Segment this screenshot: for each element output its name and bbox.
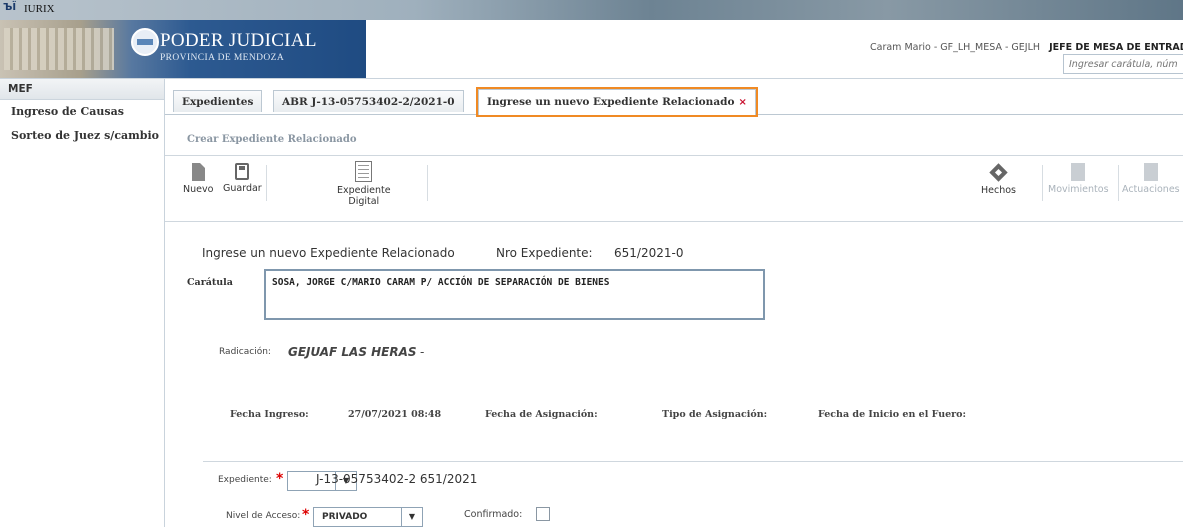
fecha-ingreso-value: 27/07/2021 08:48 bbox=[348, 409, 442, 420]
section-title: Crear Expediente Relacionado bbox=[165, 115, 1183, 156]
tab-bar: Expedientes ABR J-13-05753402-2/2021-0 I… bbox=[165, 79, 1183, 117]
nuevo-label: Nuevo bbox=[183, 184, 214, 195]
tab-label: ABR J-13-05753402-2/2021-0 bbox=[282, 96, 455, 108]
sidebar-header: MEF bbox=[0, 79, 164, 100]
required-marker: * bbox=[276, 471, 284, 487]
sidebar-item-sorteo-de-juez[interactable]: Sorteo de Juez s/cambio bbox=[0, 124, 164, 148]
fecha-asignacion-label: Fecha de Asignación: bbox=[485, 409, 598, 420]
hechos-label: Hechos bbox=[981, 185, 1016, 196]
sidebar: MEF Ingreso de Causas Sorteo de Juez s/c… bbox=[0, 79, 165, 527]
hechos-button[interactable]: Hechos bbox=[981, 163, 1016, 196]
caratula-label: Carátula bbox=[187, 277, 233, 288]
new-document-icon bbox=[191, 163, 205, 181]
tab-nuevo-expediente-relacionado[interactable]: Ingrese un nuevo Expediente Relacionado × bbox=[476, 87, 758, 117]
tab-label: Ingrese un nuevo Expediente Relacionado bbox=[487, 96, 735, 108]
nro-expediente-value: 651/2021-0 bbox=[614, 246, 684, 260]
toolbar: Nuevo Guardar Expediente Digital Hechos … bbox=[165, 157, 1183, 222]
close-icon[interactable]: × bbox=[738, 97, 746, 108]
confirmado-checkbox[interactable] bbox=[536, 507, 550, 521]
user-info: Caram Mario - GF_LH_MESA - GEJLH JEFE DE… bbox=[870, 42, 1183, 53]
hechos-icon bbox=[989, 163, 1008, 182]
toolbar-divider bbox=[427, 165, 428, 201]
nivel-acceso-label: Nivel de Acceso: bbox=[226, 511, 301, 521]
movimientos-label: Movimientos bbox=[1048, 184, 1109, 195]
nivel-acceso-select[interactable]: PRIVADO ▼ bbox=[313, 507, 423, 527]
section-title-text: Crear Expediente Relacionado bbox=[187, 134, 357, 145]
logo-title: PODER JUDICIAL bbox=[160, 30, 317, 51]
building-image bbox=[4, 28, 114, 70]
user-role: JEFE DE MESA DE ENTRADAS bbox=[1049, 42, 1183, 53]
confirmado-label: Confirmado: bbox=[464, 509, 523, 520]
expediente-label: Expediente: bbox=[218, 475, 272, 485]
caratula-textarea[interactable]: SOSA, JORGE C/MARIO CARAM P/ ACCIÓN DE S… bbox=[264, 269, 765, 320]
expediente-digital-label-2: Digital bbox=[348, 196, 380, 207]
radicacion-label: Radicación: bbox=[219, 347, 271, 357]
actuaciones-label: Actuaciones bbox=[1122, 184, 1180, 195]
fecha-ingreso-label: Fecha Ingreso: bbox=[230, 409, 309, 420]
tab-label: Expedientes bbox=[182, 96, 254, 108]
sidebar-item-ingreso-de-causas[interactable]: Ingreso de Causas bbox=[0, 100, 164, 124]
movimientos-button[interactable]: Movimientos bbox=[1048, 163, 1109, 195]
window-titlebar: ЪЇ IURIX bbox=[0, 0, 1183, 20]
radicacion-suffix: - bbox=[420, 345, 425, 359]
toolbar-divider bbox=[266, 165, 267, 201]
required-marker: * bbox=[302, 507, 310, 523]
expediente-digital-button[interactable]: Expediente Digital bbox=[337, 161, 391, 207]
guardar-button[interactable]: Guardar bbox=[223, 163, 262, 194]
save-icon bbox=[235, 163, 250, 180]
expediente-value: J-13-05753402-2 651/2021 bbox=[316, 472, 478, 486]
tab-expedientes[interactable]: Expedientes bbox=[173, 90, 263, 112]
digital-file-icon bbox=[355, 161, 373, 182]
actions-icon bbox=[1143, 163, 1158, 181]
chevron-down-icon: ▼ bbox=[401, 508, 422, 526]
fecha-inicio-label: Fecha de Inicio en el Fuero: bbox=[818, 409, 967, 420]
user-name: Caram Mario - GF_LH_MESA - GEJLH bbox=[870, 42, 1041, 53]
actuaciones-button[interactable]: Actuaciones bbox=[1122, 163, 1180, 195]
guardar-label: Guardar bbox=[223, 183, 262, 194]
main-content: Expedientes ABR J-13-05753402-2/2021-0 I… bbox=[165, 79, 1183, 527]
window-title: IURIX bbox=[24, 3, 55, 15]
app-icon: ЪЇ bbox=[3, 2, 17, 13]
movements-icon bbox=[1071, 163, 1086, 181]
expediente-digital-label-1: Expediente bbox=[337, 185, 391, 196]
app-header: PODER JUDICIAL PROVINCIA DE MENDOZA Cara… bbox=[0, 20, 1183, 79]
coat-of-arms-icon bbox=[131, 28, 159, 56]
toolbar-divider bbox=[1042, 165, 1043, 201]
logo-subtitle: PROVINCIA DE MENDOZA bbox=[160, 53, 285, 63]
tipo-asignacion-label: Tipo de Asignación: bbox=[662, 409, 768, 420]
nro-expediente-label: Nro Expediente: bbox=[496, 246, 593, 260]
search-input[interactable] bbox=[1063, 54, 1183, 74]
header-banner: PODER JUDICIAL PROVINCIA DE MENDOZA bbox=[0, 20, 366, 78]
nuevo-button[interactable]: Nuevo bbox=[183, 163, 213, 195]
toolbar-divider bbox=[1118, 165, 1119, 201]
nivel-acceso-value: PRIVADO bbox=[322, 512, 368, 522]
divider bbox=[203, 461, 1183, 462]
tab-abr-expediente[interactable]: ABR J-13-05753402-2/2021-0 bbox=[273, 90, 464, 112]
radicacion-value: GEJUAF LAS HERAS bbox=[288, 345, 417, 359]
form-title: Ingrese un nuevo Expediente Relacionado bbox=[202, 246, 455, 260]
